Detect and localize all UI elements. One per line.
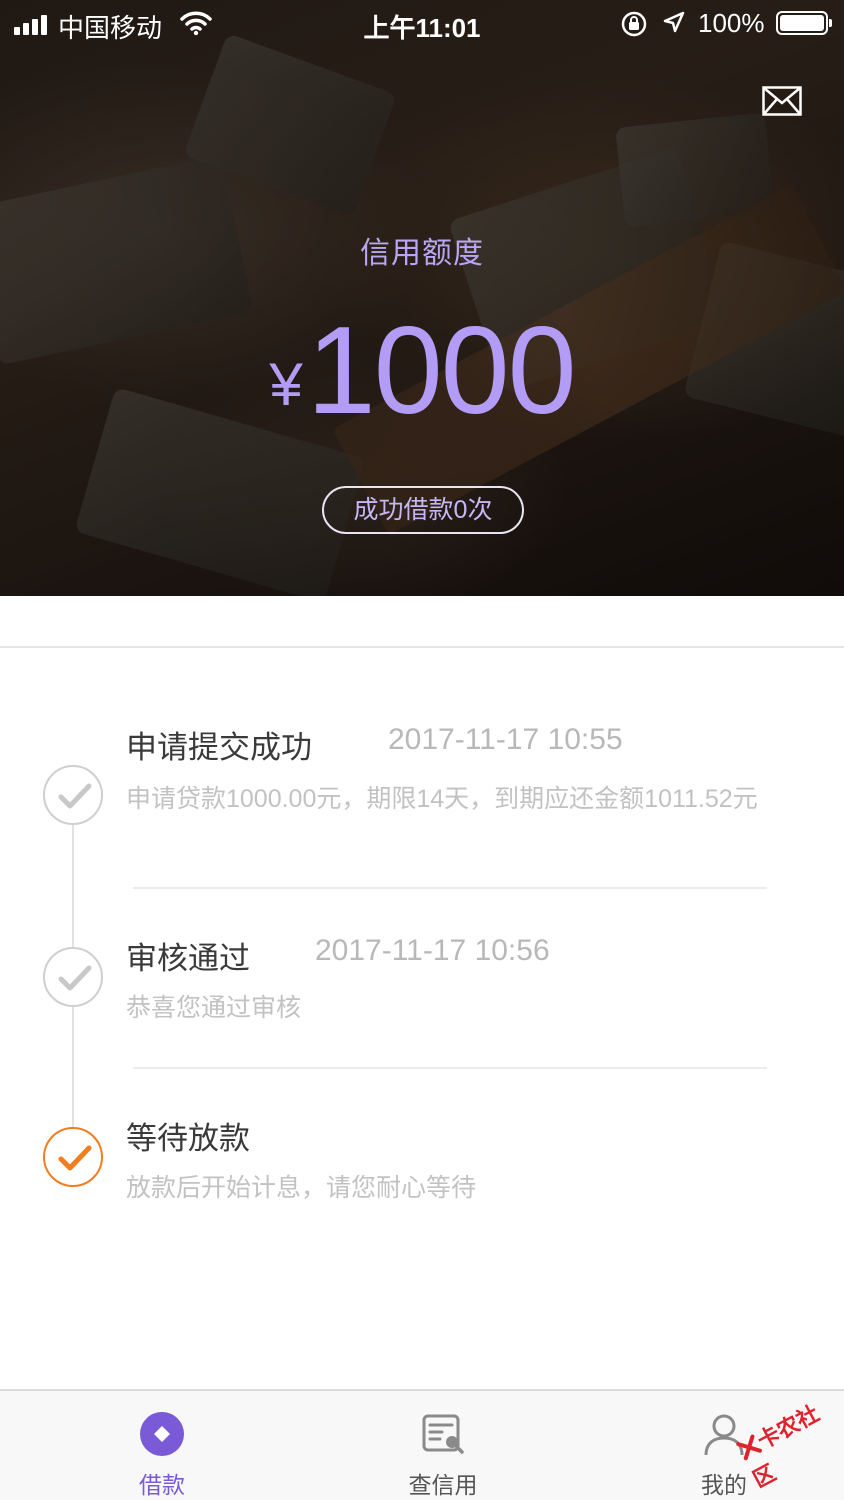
tab-bar: 借款 查信用 我的 [0, 1389, 844, 1500]
tab-credit-check[interactable]: 查信用 [363, 1391, 523, 1500]
battery-icon [776, 11, 832, 35]
step-time: 2017-11-17 10:55 [388, 723, 623, 756]
step-description: 恭喜您通过审核 [126, 994, 302, 1022]
section-divider [0, 646, 844, 648]
check-icon [43, 1127, 103, 1187]
check-icon [43, 765, 103, 825]
rotation-lock-icon [621, 11, 647, 37]
credit-check-icon [422, 1414, 464, 1454]
check-icon [43, 947, 103, 1007]
credit-amount-value: 1000 [306, 302, 577, 440]
mail-icon[interactable] [762, 86, 802, 116]
credit-limit-label: 信用额度 [360, 237, 484, 270]
step-divider [133, 887, 767, 889]
diamond-icon [140, 1412, 184, 1456]
step-description: 申请贷款1000.00元，期限14天，到期应还金额1011.52元 [126, 785, 758, 813]
credit-amount: ¥1000 [0, 300, 844, 442]
tab-label: 借款 [139, 1472, 185, 1498]
step-description: 放款后开始计息，请您耐心等待 [126, 1174, 477, 1202]
step-title: 申请提交成功 [126, 730, 312, 765]
step-title: 等待放款 [126, 1121, 250, 1156]
step-divider [133, 1067, 767, 1069]
step-title: 审核通过 [126, 941, 250, 976]
tab-label: 查信用 [408, 1472, 478, 1498]
status-bar: 中国移动 上午11:01 100% [0, 0, 844, 48]
loan-count-badge[interactable]: 成功借款0次 [322, 486, 524, 534]
tab-borrow[interactable]: 借款 [82, 1391, 242, 1500]
location-icon [663, 11, 685, 33]
currency-symbol: ¥ [269, 351, 303, 418]
battery-percent: 100% [698, 8, 765, 38]
step-time: 2017-11-17 10:56 [315, 934, 550, 967]
